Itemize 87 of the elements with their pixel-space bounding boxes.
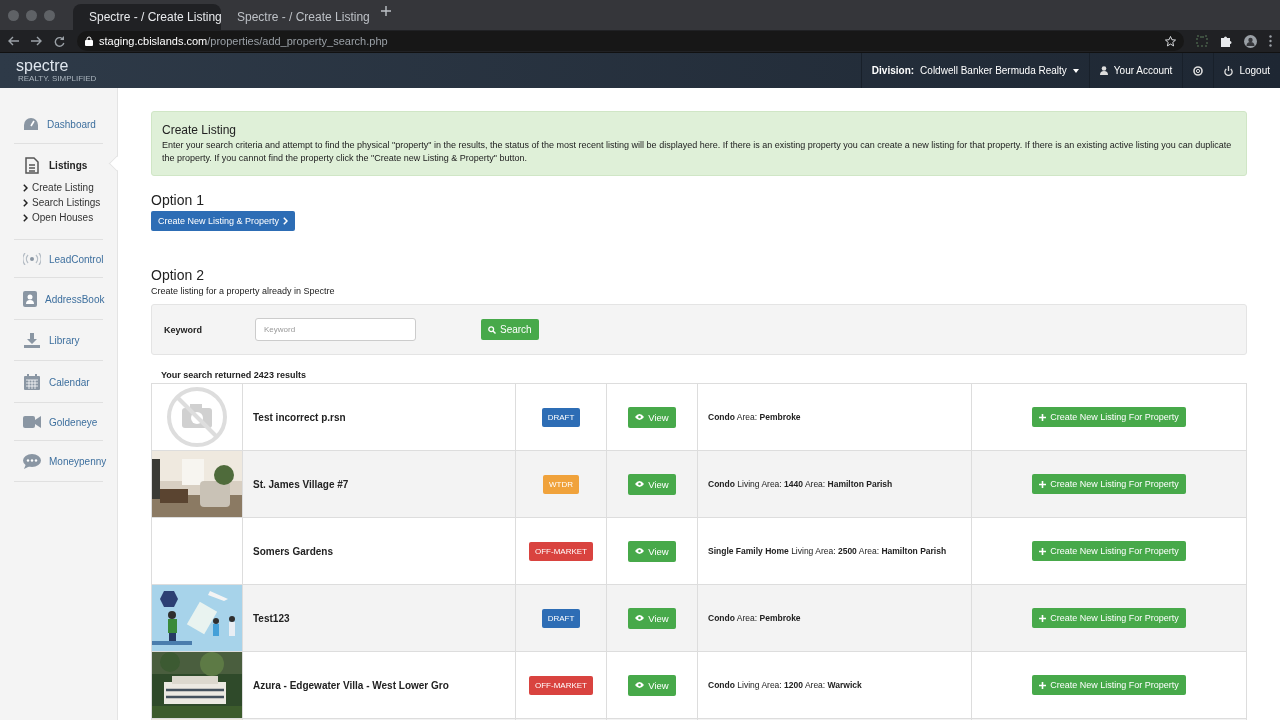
- create-listing-button[interactable]: Create New Listing & Property: [151, 211, 296, 231]
- eye-icon: [635, 414, 645, 420]
- sidebar-item[interactable]: Dashboard: [14, 111, 103, 137]
- property-name: Test123: [253, 612, 290, 624]
- create-listing-for-property-button[interactable]: Create New Listing For Property: [1032, 541, 1186, 561]
- signal-icon: [23, 253, 41, 265]
- video-camera-icon: [23, 416, 41, 428]
- plus-icon: [1039, 614, 1047, 622]
- sidebar-item[interactable]: Listings: [14, 151, 103, 180]
- puzzle-icon[interactable]: [1220, 35, 1232, 47]
- property-name: Somers Gardens: [253, 545, 334, 557]
- view-button[interactable]: View: [628, 674, 676, 696]
- property-details: Condo Living Area: 1440 Area: Hamilton Parish: [708, 478, 893, 489]
- back-icon[interactable]: [8, 36, 19, 46]
- plus-icon: [1039, 413, 1047, 421]
- eye-icon: [635, 548, 645, 554]
- plus-icon: [1039, 547, 1047, 555]
- tab-title: Spectre - / Create Listing: [89, 10, 222, 24]
- url-text: staging.cbislands.com/properties/add_property_search.php: [99, 35, 388, 47]
- property-details: Condo Area: Pembroke: [708, 612, 801, 623]
- result-count: Your search returned 2423 results: [160, 369, 307, 382]
- section-heading: Option 1: [151, 192, 205, 208]
- search-button[interactable]: Search: [481, 319, 539, 340]
- sidebar-item[interactable]: AddressBook: [14, 285, 103, 313]
- user-icon: [1099, 66, 1108, 75]
- view-button[interactable]: View: [628, 406, 676, 428]
- address-bar[interactable]: staging.cbislands.com/properties/add_property_search.php: [77, 31, 1184, 51]
- create-listing-for-property-button[interactable]: Create New Listing For Property: [1032, 675, 1186, 695]
- eye-icon: [635, 481, 645, 487]
- plus-icon: [1039, 681, 1047, 689]
- logo-tagline: REALTY. SIMPLIFIED: [18, 73, 98, 84]
- power-icon: [1224, 65, 1234, 76]
- forward-icon[interactable]: [31, 36, 42, 46]
- menu-icon[interactable]: [1269, 35, 1272, 47]
- chevron-icon: [283, 217, 289, 225]
- view-button[interactable]: View: [628, 607, 676, 629]
- plus-icon: [1039, 480, 1047, 488]
- submenu-item[interactable]: Create Listing: [14, 180, 103, 195]
- search-icon: [488, 325, 496, 334]
- keyword-field[interactable]: Keyword: [255, 318, 416, 341]
- sidebar-item[interactable]: Library: [14, 327, 103, 354]
- lock-icon: [85, 36, 93, 46]
- calendar-icon: [24, 374, 40, 390]
- no-photo-icon: [166, 386, 228, 448]
- property-name: St. James Village #7: [253, 478, 349, 490]
- field-label: Keyword: [164, 324, 203, 335]
- create-listing-for-property-button[interactable]: Create New Listing For Property: [1032, 407, 1186, 427]
- view-button[interactable]: View: [628, 540, 676, 562]
- help-icon[interactable]: [1193, 65, 1204, 76]
- status-badge: OFF-MARKET: [529, 541, 593, 561]
- banner-title: Create Listing: [162, 123, 238, 137]
- property-details: Condo Area: Pembroke: [708, 411, 801, 422]
- contact-card-icon: [23, 291, 37, 307]
- chat-bubble-icon: [23, 454, 41, 469]
- profile-icon[interactable]: [1244, 34, 1257, 48]
- document-icon: [25, 157, 39, 174]
- sidebar-item[interactable]: Calendar: [14, 368, 103, 396]
- sidebar-item[interactable]: LeadControl: [14, 247, 103, 271]
- dashboard-icon: [23, 117, 39, 131]
- property-name: Azura - Edgewater Villa - West Lower Gro: [253, 679, 449, 691]
- star-icon[interactable]: [1165, 35, 1176, 47]
- eye-icon: [635, 615, 645, 621]
- tab-title: Spectre - / Create Listing: [237, 10, 370, 24]
- app-logo[interactable]: spectre: [16, 57, 861, 74]
- create-listing-for-property-button[interactable]: Create New Listing For Property: [1032, 608, 1186, 628]
- property-name: Test incorrect p.rsn: [253, 411, 346, 423]
- browser-tab[interactable]: Spectre - / Create Listing: [221, 4, 369, 30]
- section-heading: Option 2: [151, 267, 205, 283]
- status-badge: DRAFT: [541, 608, 581, 628]
- new-tab-icon[interactable]: [381, 6, 391, 16]
- caret-icon: [1072, 68, 1079, 73]
- submenu-item[interactable]: Open Houses: [14, 210, 103, 225]
- status-badge: DRAFT: [541, 407, 581, 427]
- property-details: Condo Living Area: 1200 Area: Warwick: [708, 679, 862, 690]
- sidebar-item[interactable]: Goldeneye: [14, 410, 103, 434]
- browser-tab[interactable]: Spectre - / Create Listing: [73, 4, 221, 30]
- eye-icon: [635, 682, 645, 688]
- banner-text: Enter your search criteria and attempt to find the physical "property" in the results, the status of the most recent listing will be displayed here. If there is an existing property you can create a new listing for that property. If there is an existing active listing you can duplicate the property. If you cannot find the property click the "Create new Listing & Property" button.: [162, 139, 1233, 165]
- create-listing-for-property-button[interactable]: Create New Listing For Property: [1032, 474, 1186, 494]
- status-badge: OFF-MARKET: [529, 675, 593, 695]
- view-button[interactable]: View: [628, 473, 676, 495]
- status-badge: WTDR: [543, 474, 579, 494]
- property-details: Single Family Home Living Area: 2500 Area: Hamilton Parish: [708, 545, 947, 556]
- submenu-item[interactable]: Search Listings: [14, 195, 103, 210]
- section-subtitle: Create listing for a property already in Spectre: [151, 286, 336, 296]
- reload-icon[interactable]: [54, 35, 65, 47]
- download-icon: [24, 333, 40, 348]
